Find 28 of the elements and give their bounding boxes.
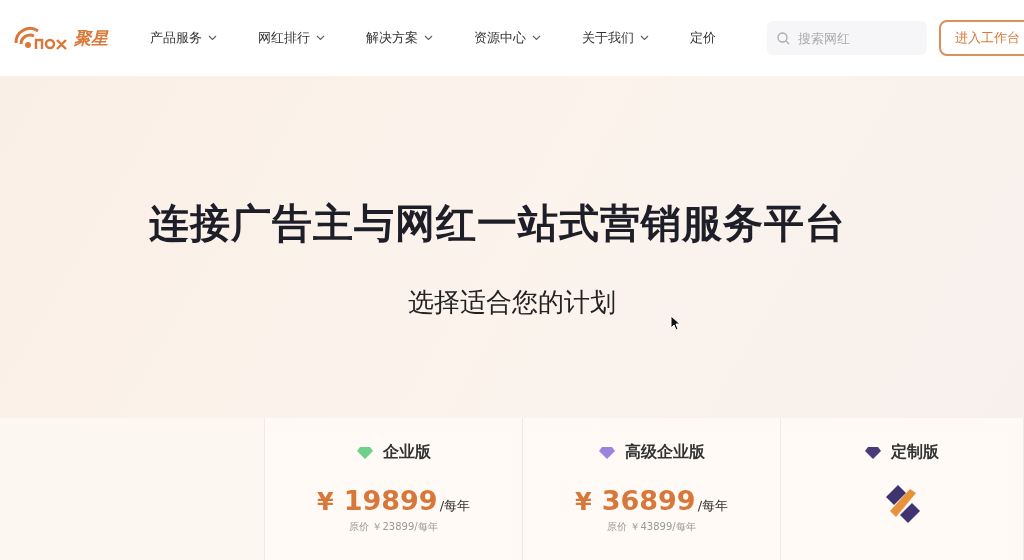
currency-symbol: ¥ [575, 488, 592, 516]
plan-price: 36899 [601, 485, 696, 516]
nav-link[interactable]: 资源中心 [464, 29, 572, 47]
chevron-down-icon [208, 35, 217, 41]
plan-name: 高级企业版 [624, 442, 705, 463]
cursor-icon [670, 315, 681, 331]
price-period: /每年 [697, 497, 728, 515]
nav-link[interactable]: 关于我们 [572, 29, 680, 47]
nav-link[interactable]: 定价 [680, 29, 732, 47]
search-icon [777, 32, 790, 45]
plan-name: 定制版 [891, 442, 939, 463]
chevron-down-icon [640, 35, 649, 41]
price-period: /每年 [439, 497, 470, 515]
nav-link[interactable]: 产品服务 [140, 29, 248, 47]
chevron-down-icon [532, 35, 541, 41]
nav-link[interactable]: 网红排行 [248, 29, 356, 47]
hero-title: 连接广告主与网红一站式营销服务平台 [148, 199, 846, 248]
chevron-down-icon [424, 35, 433, 41]
original-price: 原价 ￥43899/每年 [607, 520, 696, 534]
original-price: 原价 ￥23899/每年 [349, 520, 438, 534]
search-field[interactable]: 搜索网红 [767, 21, 927, 55]
currency-symbol: ¥ [317, 488, 334, 516]
nav-link[interactable]: 解决方案 [356, 29, 464, 47]
chevron-down-icon [316, 35, 325, 41]
logo-text: 聚星 [74, 26, 108, 50]
hero-subtitle: 选择适合您的计划 [408, 286, 616, 319]
plan-price: 19899 [343, 485, 438, 516]
plan-name: 企业版 [382, 442, 431, 463]
